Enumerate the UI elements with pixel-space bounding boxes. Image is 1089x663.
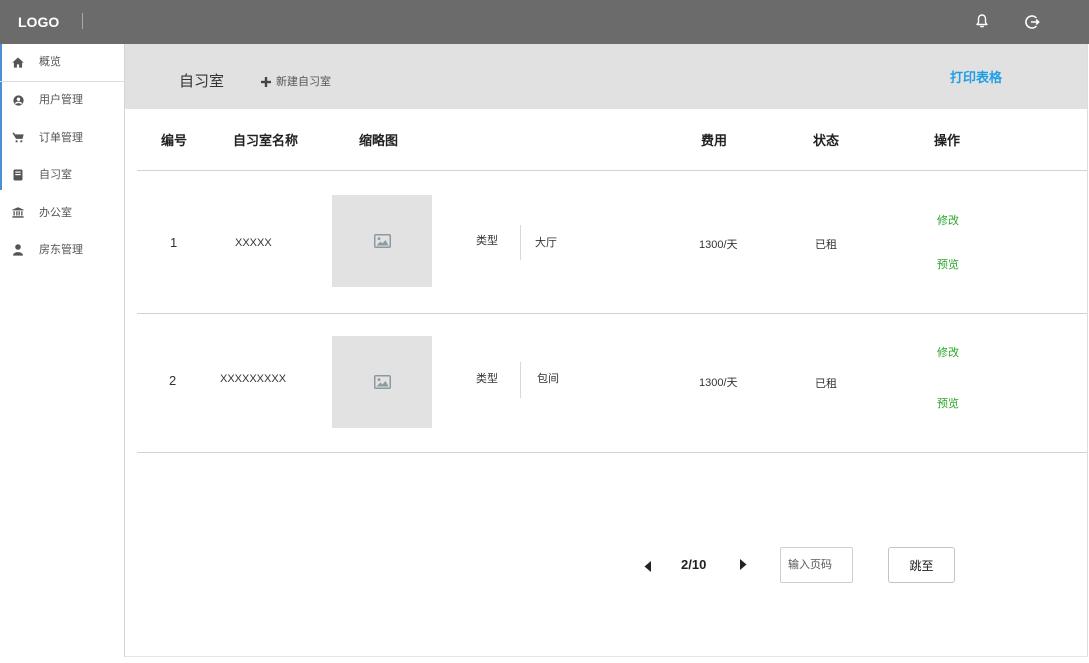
cell-id: 2 — [169, 373, 177, 388]
thumbnail-placeholder — [332, 336, 432, 428]
column-header-id: 编号 — [161, 133, 188, 148]
sidebar-item-label: 自习室 — [39, 169, 72, 182]
thumbnail-placeholder — [332, 195, 432, 287]
bank-icon — [12, 207, 24, 219]
cell-type-label: 类型 — [476, 235, 498, 247]
sidebar-item-label: 订单管理 — [39, 131, 83, 144]
jump-button[interactable]: 跳至 — [888, 547, 955, 583]
edit-link[interactable]: 修改 — [937, 213, 959, 229]
cell-id: 1 — [170, 235, 178, 250]
main-panel: 自习室 新建自习室 打印表格 编号 自习室名称 缩略图 费用 状态 操作 1 X… — [125, 44, 1088, 657]
home-icon — [12, 56, 24, 68]
cell-type-value: 大厅 — [535, 237, 557, 249]
table-row: 1 XXXXX 类型 大厅 1300/天 已租 修改 预览 — [137, 171, 1087, 313]
sidebar-item-orders[interactable]: 订单管理 — [0, 119, 124, 157]
book-icon — [12, 169, 24, 181]
logo: LOGO — [18, 14, 60, 30]
top-header: LOGO — [0, 0, 1089, 44]
type-divider — [520, 362, 521, 398]
sidebar: 概览 用户管理 订单管理 自习室 办公室 房东管理 — [0, 44, 125, 657]
cell-fee: 1300/天 — [699, 239, 738, 251]
sidebar-item-overview[interactable]: 概览 — [0, 44, 124, 82]
logo-divider — [82, 13, 83, 29]
sidebar-item-label: 概览 — [39, 56, 61, 69]
image-icon — [373, 234, 391, 248]
new-study-room-label: 新建自习室 — [276, 76, 331, 88]
preview-link[interactable]: 预览 — [937, 257, 959, 273]
table-row: 2 XXXXXXXXX 类型 包间 1300/天 已租 修改 预览 — [137, 314, 1087, 452]
cell-status: 已租 — [815, 378, 837, 390]
cell-status: 已租 — [815, 239, 837, 251]
caret-left-icon[interactable] — [644, 561, 652, 572]
bell-icon[interactable] — [976, 14, 988, 28]
user-circle-icon — [12, 94, 24, 106]
page-number-input[interactable] — [780, 547, 853, 583]
logout-icon[interactable] — [1024, 14, 1040, 30]
image-icon — [373, 375, 391, 389]
user-icon — [12, 244, 24, 256]
new-study-room-button[interactable]: 新建自习室 — [261, 75, 331, 89]
preview-link[interactable]: 预览 — [937, 396, 959, 412]
sidebar-item-users[interactable]: 用户管理 — [0, 82, 124, 120]
plus-icon — [261, 77, 271, 87]
print-table-button[interactable]: 打印表格 — [950, 70, 1002, 86]
pagination: 2/10 跳至 — [644, 547, 955, 583]
sidebar-item-study-room[interactable]: 自习室 — [0, 157, 124, 195]
caret-right-icon[interactable] — [739, 559, 747, 570]
column-header-name: 自习室名称 — [233, 133, 299, 148]
cell-type-value: 包间 — [537, 373, 559, 385]
cart-icon — [12, 132, 24, 144]
page-title: 自习室 — [179, 73, 225, 90]
column-header-thumbnail: 缩略图 — [359, 133, 399, 148]
sidebar-item-label: 房东管理 — [39, 244, 83, 257]
page-indicator: 2/10 — [681, 557, 707, 572]
cell-fee: 1300/天 — [699, 377, 738, 389]
sidebar-item-label: 用户管理 — [39, 94, 83, 107]
cell-type-label: 类型 — [476, 373, 498, 385]
type-divider — [520, 225, 521, 260]
sidebar-item-office[interactable]: 办公室 — [0, 194, 124, 232]
edit-link[interactable]: 修改 — [937, 345, 959, 361]
column-header-actions: 操作 — [934, 133, 961, 148]
table-divider — [137, 452, 1087, 453]
sidebar-item-label: 办公室 — [39, 206, 72, 219]
cell-name: XXXXX — [235, 237, 272, 249]
cell-name: XXXXXXXXX — [220, 373, 287, 385]
column-header-fee: 费用 — [701, 133, 728, 148]
sidebar-item-landlords[interactable]: 房东管理 — [0, 232, 124, 270]
column-header-status: 状态 — [813, 133, 840, 148]
